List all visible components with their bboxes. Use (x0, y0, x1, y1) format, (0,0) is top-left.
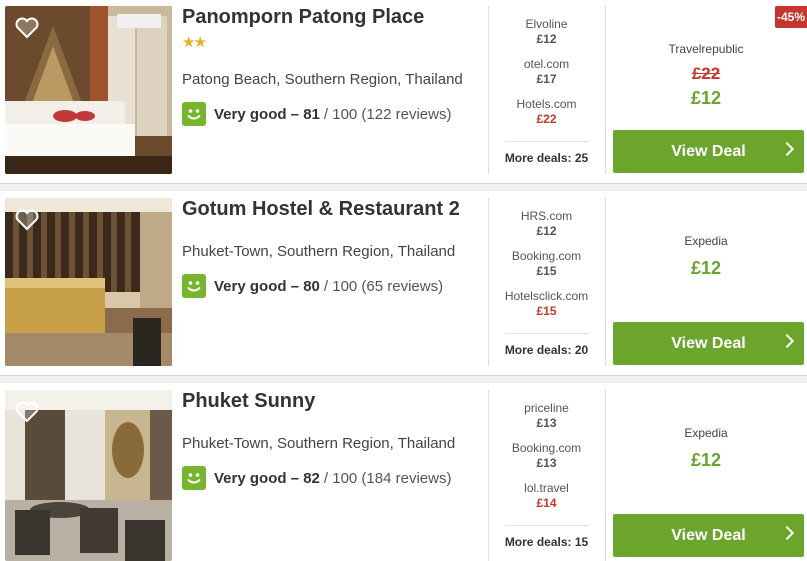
partner-price: £13 (536, 456, 557, 470)
partner-offer[interactable]: Booking.com £15 (489, 249, 604, 279)
rating-score: Very good – 82 (214, 469, 320, 487)
view-deal-button[interactable]: View Deal (613, 130, 804, 173)
rating-score: Very good – 81 (214, 105, 320, 123)
hotel-name[interactable]: Phuket Sunny (182, 390, 315, 413)
hotel-name[interactable]: Gotum Hostel & Restaurant 2 (182, 198, 460, 221)
more-deals-link[interactable]: More deals: 20 (489, 343, 604, 357)
rating-row[interactable]: Very good – 80 / 100 (65 reviews) (182, 274, 443, 298)
hotel-stars: ★★ (182, 34, 207, 51)
rating-reviews: / 100 (184 reviews) (323, 469, 452, 487)
partner-name: Hotels.com (516, 97, 577, 111)
view-deal-label: View Deal (671, 334, 746, 352)
view-deal-label: View Deal (671, 526, 746, 544)
rating-score: Very good – 80 (214, 277, 320, 295)
rating-reviews: / 100 (122 reviews) (323, 105, 452, 123)
partner-name: otel.com (523, 57, 570, 71)
hotel-location: Phuket-Town, Southern Region, Thailand (182, 243, 456, 260)
partner-price: £12 (536, 32, 557, 46)
heart-icon[interactable] (14, 208, 40, 232)
deal-price[interactable]: £12 (605, 450, 807, 471)
discount-badge: -45% (775, 6, 807, 28)
divider (605, 390, 606, 561)
hotel-card: Phuket Sunny Phuket-Town, Southern Regio… (0, 384, 807, 561)
partner-offer[interactable]: Hotelsclick.com £15 (489, 289, 604, 319)
view-deal-button[interactable]: View Deal (613, 322, 804, 365)
more-deals-link[interactable]: More deals: 25 (489, 151, 604, 165)
rating-row[interactable]: Very good – 81 / 100 (122 reviews) (182, 102, 451, 126)
divider (505, 333, 589, 334)
hotel-location: Phuket-Town, Southern Region, Thailand (182, 435, 456, 452)
partner-name: Elvoline (525, 17, 568, 31)
card-separator (0, 375, 807, 383)
partner-price: £14 (536, 496, 557, 510)
partner-offer[interactable]: Elvoline £12 (489, 17, 604, 47)
partner-price: £13 (536, 416, 557, 430)
partner-offer[interactable]: Booking.com £13 (489, 441, 604, 471)
partner-price: £15 (536, 264, 557, 278)
hotel-photo[interactable] (5, 390, 172, 561)
chevron-right-icon (779, 141, 795, 157)
rating-row[interactable]: Very good – 82 / 100 (184 reviews) (182, 466, 451, 490)
partner-name: priceline (524, 401, 569, 415)
partner-price: £22 (536, 112, 557, 126)
hotel-name[interactable]: Panomporn Patong Place (182, 6, 424, 29)
card-separator (0, 183, 807, 191)
smiley-rating-icon (182, 102, 206, 126)
view-deal-label: View Deal (671, 142, 746, 160)
hotel-card: Panomporn Patong Place ★★ Patong Beach, … (0, 0, 807, 183)
old-price: £22 (691, 64, 721, 83)
deal-provider[interactable]: Travelrepublic (605, 42, 807, 56)
partner-offer[interactable]: otel.com £17 (489, 57, 604, 87)
more-deals-link[interactable]: More deals: 15 (489, 535, 604, 549)
divider (605, 198, 606, 366)
divider (505, 525, 589, 526)
heart-icon[interactable] (14, 400, 40, 424)
partner-price: £12 (536, 224, 557, 238)
partner-offer[interactable]: lol.travel £14 (489, 481, 604, 511)
hotel-photo[interactable] (5, 6, 172, 174)
deal-provider[interactable]: Expedia (605, 426, 807, 440)
partner-price: £15 (536, 304, 557, 318)
partner-price: £17 (536, 72, 557, 86)
chevron-right-icon (779, 333, 795, 349)
partner-offer[interactable]: priceline £13 (489, 401, 604, 431)
view-deal-button[interactable]: View Deal (613, 514, 804, 557)
partner-name: Booking.com (511, 249, 582, 263)
chevron-right-icon (779, 525, 795, 541)
rating-reviews: / 100 (65 reviews) (323, 277, 444, 295)
hotel-location: Patong Beach, Southern Region, Thailand (182, 71, 463, 88)
heart-icon[interactable] (14, 16, 40, 40)
partner-name: lol.travel (524, 481, 569, 495)
deal-price[interactable]: £12 (605, 258, 807, 279)
divider (505, 141, 589, 142)
deal-price[interactable]: £12 (605, 88, 807, 109)
deal-provider[interactable]: Expedia (605, 234, 807, 248)
hotel-card: Gotum Hostel & Restaurant 2 Phuket-Town,… (0, 192, 807, 375)
partner-offer[interactable]: HRS.com £12 (489, 209, 604, 239)
partner-name: HRS.com (520, 209, 573, 223)
partner-offer[interactable]: Hotels.com £22 (489, 97, 604, 127)
partner-name: Booking.com (511, 441, 582, 455)
partner-name: Hotelsclick.com (504, 289, 589, 303)
smiley-rating-icon (182, 466, 206, 490)
smiley-rating-icon (182, 274, 206, 298)
hotel-photo[interactable] (5, 198, 172, 366)
